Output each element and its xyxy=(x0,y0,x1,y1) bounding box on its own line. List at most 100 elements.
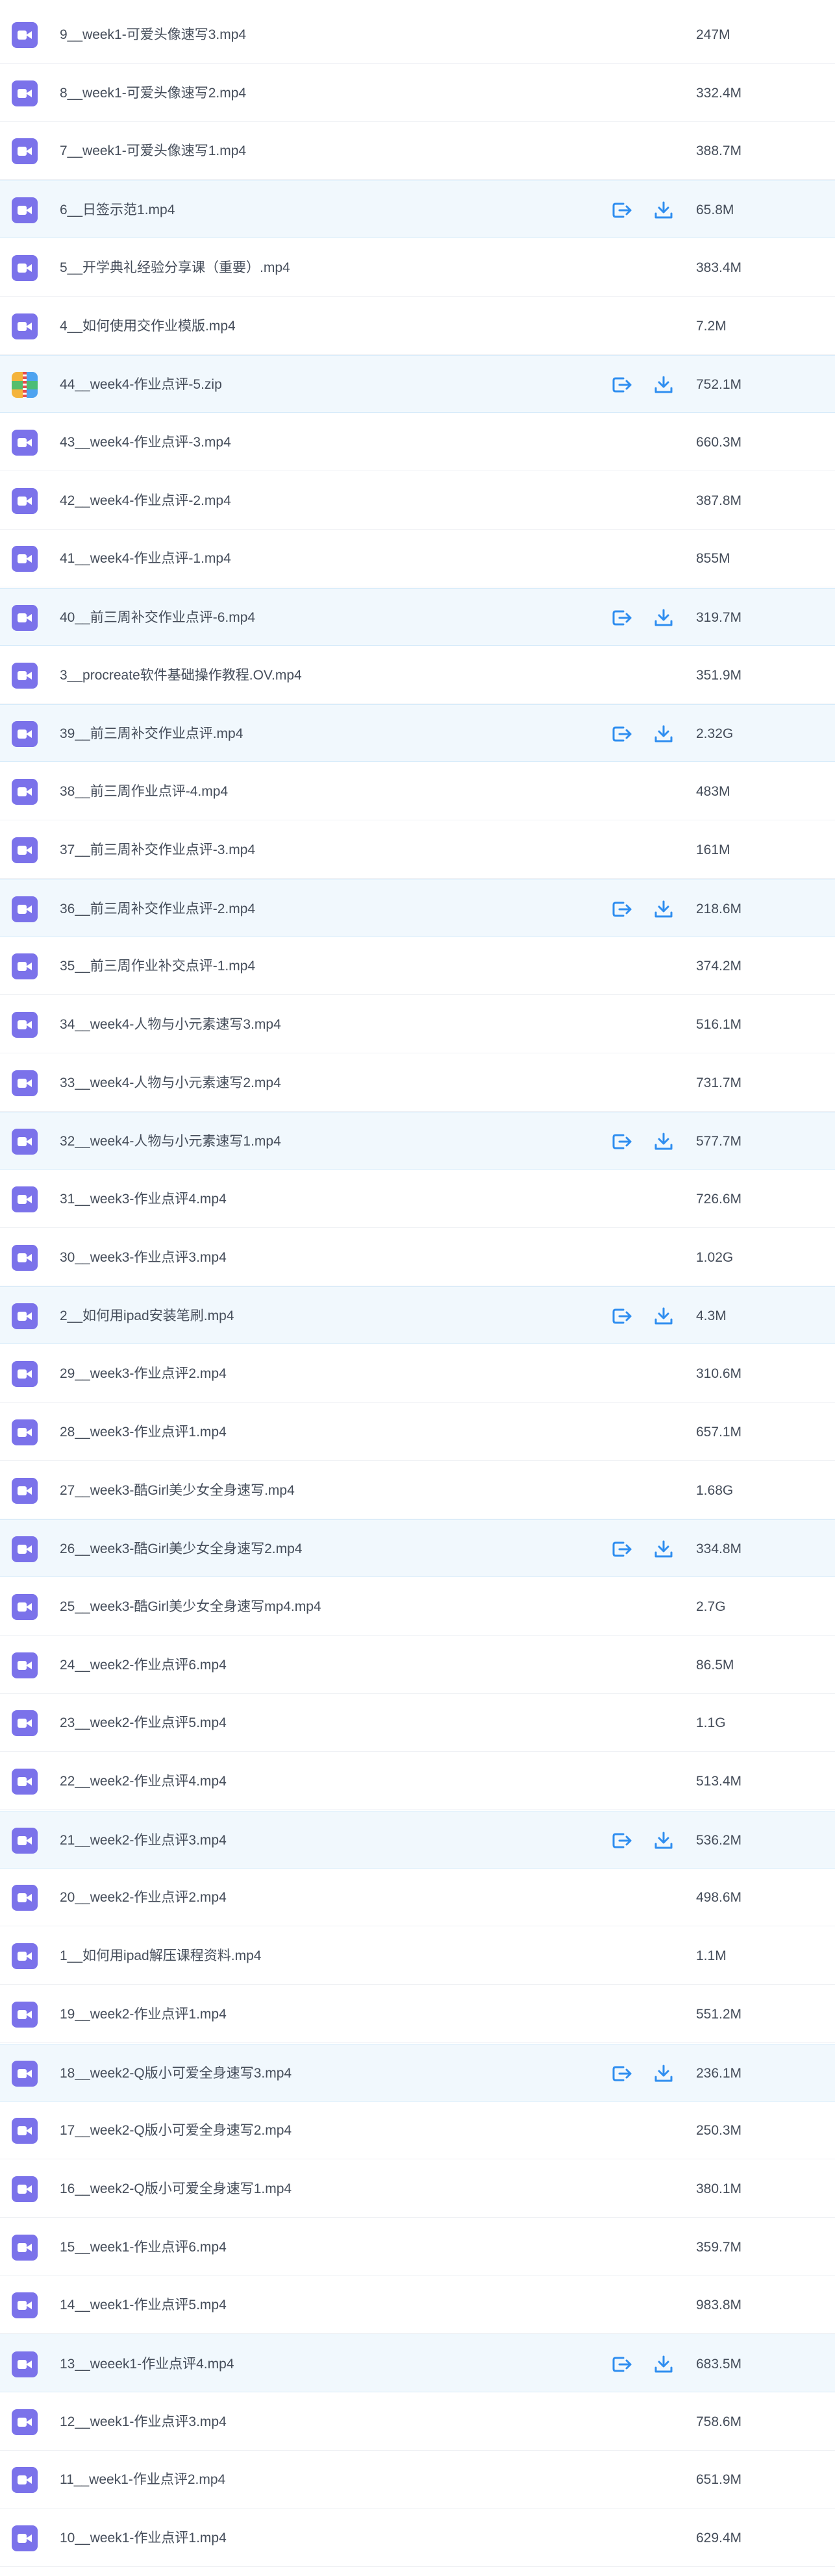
download-icon[interactable] xyxy=(653,1306,675,1326)
download-icon[interactable] xyxy=(653,900,675,919)
file-row[interactable]: 14__week1-作业点评5.mp4 983.8M xyxy=(0,2276,835,2334)
file-row[interactable]: 9__week1-可爱头像速写3.mp4 247M xyxy=(0,6,835,64)
file-name[interactable]: 29__week3-作业点评2.mp4 xyxy=(60,1345,227,1403)
file-name[interactable]: 14__week1-作业点评5.mp4 xyxy=(60,2276,227,2334)
file-name[interactable]: 39__前三周补交作业点评.mp4 xyxy=(60,705,243,763)
file-name[interactable]: 3__procreate软件基础操作教程.OV.mp4 xyxy=(60,646,302,704)
file-row[interactable]: 19__week2-作业点评1.mp4 551.2M xyxy=(0,1985,835,2043)
file-name[interactable]: 6__日签示范1.mp4 xyxy=(60,181,175,239)
file-row[interactable]: 11__week1-作业点评2.mp4 651.9M xyxy=(0,2451,835,2509)
file-name[interactable]: 38__前三周作业点评-4.mp4 xyxy=(60,763,228,820)
file-name[interactable]: 18__week2-Q版小可爱全身速写3.mp4 xyxy=(60,2044,292,2102)
file-name[interactable]: 34__week4-人物与小元素速写3.mp4 xyxy=(60,996,281,1053)
file-name[interactable]: 13__weeek1-作业点评4.mp4 xyxy=(60,2335,234,2393)
file-name[interactable]: 10__week1-作业点评1.mp4 xyxy=(60,2509,227,2567)
file-row[interactable]: 22__week2-作业点评4.mp4 513.4M xyxy=(0,1752,835,1810)
file-row[interactable]: 42__week4-作业点评-2.mp4 387.8M xyxy=(0,472,835,530)
file-row[interactable]: 44__week4-作业点评-5.zip 752.1M xyxy=(0,355,835,413)
file-row[interactable]: 15__week1-作业点评6.mp4 359.7M xyxy=(0,2218,835,2276)
file-row[interactable]: 34__week4-人物与小元素速写3.mp4 516.1M xyxy=(0,996,835,1053)
file-name[interactable]: 43__week4-作业点评-3.mp4 xyxy=(60,413,231,471)
file-name[interactable]: 22__week2-作业点评4.mp4 xyxy=(60,1752,227,1810)
file-name[interactable]: 15__week1-作业点评6.mp4 xyxy=(60,2218,227,2276)
file-name[interactable]: 32__week4-人物与小元素速写1.mp4 xyxy=(60,1112,281,1170)
download-icon[interactable] xyxy=(653,2355,675,2374)
file-row[interactable]: 18__week2-Q版小可爱全身速写3.mp4 236.1M xyxy=(0,2044,835,2102)
file-name[interactable]: 40__前三周补交作业点评-6.mp4 xyxy=(60,589,255,646)
share-icon[interactable] xyxy=(611,2355,633,2374)
file-row[interactable]: 6__日签示范1.mp4 65.8M xyxy=(0,180,835,238)
file-name[interactable]: 37__前三周补交作业点评-3.mp4 xyxy=(60,821,255,879)
file-name[interactable]: 36__前三周补交作业点评-2.mp4 xyxy=(60,880,255,938)
file-name[interactable]: 26__week3-酷Girl美少女全身速写2.mp4 xyxy=(60,1520,302,1578)
file-row[interactable]: 5__开学典礼经验分享课（重要）.mp4 383.4M xyxy=(0,239,835,297)
file-row[interactable]: 13__weeek1-作业点评4.mp4 683.5M xyxy=(0,2335,835,2392)
share-icon[interactable] xyxy=(611,375,633,395)
file-name[interactable]: 21__week2-作业点评3.mp4 xyxy=(60,1811,227,1869)
file-name[interactable]: 4__如何使用交作业模版.mp4 xyxy=(60,297,236,355)
file-name[interactable]: 33__week4-人物与小元素速写2.mp4 xyxy=(60,1054,281,1112)
file-row[interactable]: 39__前三周补交作业点评.mp4 2.32G xyxy=(0,704,835,762)
file-name[interactable]: 11__week1-作业点评2.mp4 xyxy=(60,2451,225,2509)
file-row[interactable]: 24__week2-作业点评6.mp4 86.5M xyxy=(0,1636,835,1694)
file-name[interactable]: 24__week2-作业点评6.mp4 xyxy=(60,1636,227,1694)
file-row[interactable]: 31__week3-作业点评4.mp4 726.6M xyxy=(0,1170,835,1228)
download-icon[interactable] xyxy=(653,724,675,744)
share-icon[interactable] xyxy=(611,1132,633,1151)
file-row[interactable]: 12__week1-作业点评3.mp4 758.6M xyxy=(0,2393,835,2451)
file-row[interactable]: 35__前三周作业补交点评-1.mp4 374.2M xyxy=(0,937,835,995)
file-row[interactable]: 25__week3-酷Girl美少女全身速写mp4.mp4 2.7G xyxy=(0,1578,835,1636)
file-name[interactable]: 2__如何用ipad安装笔刷.mp4 xyxy=(60,1287,234,1345)
file-row[interactable]: 36__前三周补交作业点评-2.mp4 218.6M xyxy=(0,879,835,937)
file-name[interactable]: 19__week2-作业点评1.mp4 xyxy=(60,1985,227,2043)
share-icon[interactable] xyxy=(611,608,633,628)
file-row[interactable]: 26__week3-酷Girl美少女全身速写2.mp4 334.8M xyxy=(0,1519,835,1577)
file-row[interactable]: 21__week2-作业点评3.mp4 536.2M xyxy=(0,1811,835,1869)
file-name[interactable]: 12__week1-作业点评3.mp4 xyxy=(60,2393,227,2451)
download-icon[interactable] xyxy=(653,1831,675,1850)
file-row[interactable]: 8__week1-可爱头像速写2.mp4 332.4M xyxy=(0,64,835,122)
file-row[interactable]: 29__week3-作业点评2.mp4 310.6M xyxy=(0,1345,835,1403)
file-name[interactable]: 42__week4-作业点评-2.mp4 xyxy=(60,472,231,530)
file-row[interactable]: 17__week2-Q版小可爱全身速写2.mp4 250.3M xyxy=(0,2102,835,2159)
file-name[interactable]: 9__week1-可爱头像速写3.mp4 xyxy=(60,6,246,64)
file-name[interactable]: 35__前三周作业补交点评-1.mp4 xyxy=(60,937,255,995)
file-row[interactable]: 1__如何用ipad解压课程资料.mp4 1.1M xyxy=(0,1927,835,1985)
download-icon[interactable] xyxy=(653,1132,675,1151)
download-icon[interactable] xyxy=(653,201,675,220)
file-name[interactable]: 23__week2-作业点评5.mp4 xyxy=(60,1694,227,1752)
share-icon[interactable] xyxy=(611,201,633,220)
file-name[interactable]: 31__week3-作业点评4.mp4 xyxy=(60,1170,227,1228)
file-row[interactable]: 20__week2-作业点评2.mp4 498.6M xyxy=(0,1869,835,1926)
file-name[interactable]: 8__week1-可爱头像速写2.mp4 xyxy=(60,64,246,122)
file-row[interactable]: 28__week3-作业点评1.mp4 657.1M xyxy=(0,1403,835,1461)
file-row[interactable]: 38__前三周作业点评-4.mp4 483M xyxy=(0,763,835,820)
file-name[interactable]: 30__week3-作业点评3.mp4 xyxy=(60,1229,227,1286)
file-name[interactable]: 41__week4-作业点评-1.mp4 xyxy=(60,530,231,587)
share-icon[interactable] xyxy=(611,1306,633,1326)
file-name[interactable]: 1__如何用ipad解压课程资料.mp4 xyxy=(60,1927,261,1985)
file-row[interactable]: 37__前三周补交作业点评-3.mp4 161M xyxy=(0,821,835,879)
share-icon[interactable] xyxy=(611,900,633,919)
file-row[interactable]: 23__week2-作业点评5.mp4 1.1G xyxy=(0,1694,835,1752)
file-row[interactable]: 10__week1-作业点评1.mp4 629.4M xyxy=(0,2509,835,2567)
share-icon[interactable] xyxy=(611,2064,633,2083)
share-icon[interactable] xyxy=(611,724,633,744)
file-row[interactable]: 30__week3-作业点评3.mp4 1.02G xyxy=(0,1229,835,1286)
download-icon[interactable] xyxy=(653,1539,675,1559)
file-row[interactable]: 27__week3-酷Girl美少女全身速写.mp4 1.68G xyxy=(0,1462,835,1519)
download-icon[interactable] xyxy=(653,375,675,395)
file-name[interactable]: 7__week1-可爱头像速写1.mp4 xyxy=(60,122,246,180)
file-row[interactable]: 33__week4-人物与小元素速写2.mp4 731.7M xyxy=(0,1054,835,1112)
download-icon[interactable] xyxy=(653,2064,675,2083)
file-row[interactable]: 16__week2-Q版小可爱全身速写1.mp4 380.1M xyxy=(0,2160,835,2218)
file-name[interactable]: 27__week3-酷Girl美少女全身速写.mp4 xyxy=(60,1462,295,1519)
download-icon[interactable] xyxy=(653,608,675,628)
file-row[interactable]: 32__week4-人物与小元素速写1.mp4 577.7M xyxy=(0,1112,835,1170)
file-name[interactable]: 25__week3-酷Girl美少女全身速写mp4.mp4 xyxy=(60,1578,321,1636)
file-name[interactable]: 16__week2-Q版小可爱全身速写1.mp4 xyxy=(60,2160,292,2218)
share-icon[interactable] xyxy=(611,1831,633,1850)
file-row[interactable]: 4__如何使用交作业模版.mp4 7.2M xyxy=(0,297,835,355)
share-icon[interactable] xyxy=(611,1539,633,1559)
file-name[interactable]: 44__week4-作业点评-5.zip xyxy=(60,356,222,413)
